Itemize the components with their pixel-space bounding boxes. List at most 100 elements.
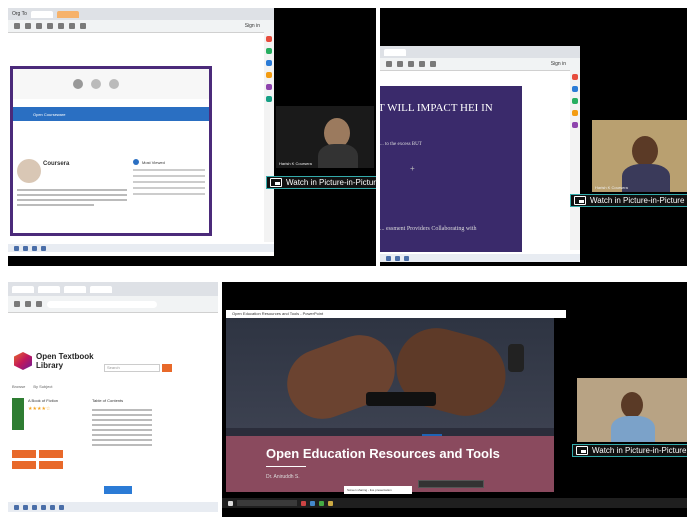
nav-subject[interactable]: By Subject [33, 384, 52, 389]
category-icon[interactable] [109, 79, 119, 89]
tool-icon[interactable] [266, 60, 272, 66]
tool-icon[interactable] [266, 96, 272, 102]
home-icon[interactable] [36, 23, 42, 29]
tool-icon[interactable] [266, 48, 272, 54]
start-icon[interactable] [386, 255, 391, 261]
tool-icon[interactable] [572, 98, 578, 104]
taskbar-app-icon[interactable] [23, 245, 28, 251]
taskbar-app-icon[interactable] [23, 504, 28, 510]
caption-popup [418, 480, 484, 488]
taskbar-app-icon[interactable] [41, 245, 46, 251]
start-icon[interactable] [228, 500, 233, 506]
tool-icon[interactable] [572, 110, 578, 116]
start-icon[interactable] [14, 245, 19, 251]
taskbar-search[interactable] [237, 500, 297, 506]
download-button[interactable] [12, 461, 36, 469]
taskbar-app-icon[interactable] [59, 504, 64, 510]
download-button[interactable] [39, 450, 63, 458]
tool-icon[interactable] [266, 72, 272, 78]
taskbar-app-icon[interactable] [41, 504, 46, 510]
tool-icon[interactable] [266, 84, 272, 90]
tab-label[interactable]: Org To [12, 11, 27, 17]
banner-text: Open Courseware [33, 111, 66, 117]
tool-icon[interactable] [266, 36, 272, 42]
panel-bottom-right: Open Education Resources and Tools - Pow… [222, 282, 687, 517]
pip-button[interactable]: Watch in Picture-in-Picture [572, 444, 687, 457]
pen-icon[interactable] [386, 61, 392, 67]
book-title[interactable]: A Book of Fiction [28, 398, 58, 403]
radio-icon[interactable] [133, 159, 139, 165]
pip-button[interactable]: Watch in Picture-in-Picture [266, 176, 376, 189]
tool-icon[interactable] [572, 86, 578, 92]
hand-right [387, 319, 515, 425]
panel-top-right: Sign in T WILL IMPACT HEI IN ... to the … [380, 8, 687, 266]
taskbar-app-icon[interactable] [319, 500, 324, 506]
browser-tab[interactable] [64, 285, 86, 293]
shared-screen: Sign in T WILL IMPACT HEI IN ... to the … [380, 46, 580, 262]
taskbar-app-icon[interactable] [328, 500, 333, 506]
sign-in-link[interactable]: Sign in [551, 61, 566, 67]
category-icon[interactable] [91, 79, 101, 89]
page-heading: Coursera [43, 161, 70, 167]
refresh-icon[interactable] [25, 23, 31, 29]
browser-tab[interactable] [90, 285, 112, 293]
forward-icon[interactable] [25, 301, 31, 307]
back-icon[interactable] [14, 23, 20, 29]
pip-label: Watch in Picture-in-Picture [590, 196, 685, 205]
taskbar-app-icon[interactable] [32, 245, 37, 251]
taskbar-app-icon[interactable] [404, 255, 409, 261]
tool-icon[interactable] [572, 122, 578, 128]
text-icon[interactable] [58, 23, 64, 29]
tool-icon[interactable] [572, 74, 578, 80]
webcam-feed: Harish K Coursera [592, 120, 687, 192]
otl-logo[interactable]: Open Textbook Library [14, 352, 94, 370]
category-icon[interactable] [73, 79, 83, 89]
profile-avatar [17, 159, 41, 183]
rating-stars: ★★★★☆ [28, 406, 51, 412]
pen-icon[interactable] [47, 23, 53, 29]
taskbar-app-icon[interactable] [301, 500, 306, 506]
download-button[interactable] [12, 450, 36, 458]
search-input[interactable]: Search [104, 364, 160, 372]
shared-screen: Org To Sign in Open Courseware Coursera … [8, 8, 274, 256]
download-buttons [12, 450, 63, 469]
browser-tab[interactable] [38, 285, 60, 293]
taskbar-app-icon[interactable] [310, 500, 315, 506]
watch [508, 344, 524, 372]
blue-action[interactable] [104, 486, 132, 494]
undo-icon[interactable] [419, 61, 425, 67]
browser-tab[interactable] [30, 10, 53, 18]
taskbar-app-icon[interactable] [395, 255, 400, 261]
pip-button[interactable]: Watch in Picture-in-Picture [570, 194, 687, 207]
redo-icon[interactable] [430, 61, 436, 67]
coursera-page: Open Courseware Coursera Most Viewed [10, 66, 212, 236]
undo-icon[interactable] [80, 23, 86, 29]
start-icon[interactable] [14, 504, 19, 510]
shape-icon[interactable] [408, 61, 414, 67]
book-cover[interactable] [12, 398, 24, 430]
slide-title: Open Education Resources and Tools [266, 446, 500, 461]
slide-line-1: T WILL IMPACT HEI IN [380, 102, 493, 114]
back-icon[interactable] [14, 301, 20, 307]
shape-icon[interactable] [69, 23, 75, 29]
refresh-icon[interactable] [36, 301, 42, 307]
taskbar-app-icon[interactable] [32, 504, 37, 510]
browser-tab[interactable] [12, 285, 34, 293]
ppt-slide: Open Education Resources and Tools Dr. A… [226, 318, 554, 492]
taskbar-app-icon[interactable] [50, 504, 55, 510]
page-header-strip [13, 69, 209, 99]
slide-photo [226, 318, 554, 429]
text-icon[interactable] [397, 61, 403, 67]
otl-logo-icon [14, 352, 32, 370]
windows-taskbar [380, 254, 580, 262]
nav-browse[interactable]: Browse [12, 384, 25, 389]
sign-in-link[interactable]: Sign in [245, 23, 260, 29]
webcam-feed: Harish K Coursera [276, 106, 374, 168]
download-button[interactable] [39, 461, 63, 469]
address-bar[interactable] [47, 300, 157, 308]
pdf-toolbar: Sign in [380, 58, 580, 70]
search-button[interactable] [162, 364, 172, 372]
list-title: Most Viewed [142, 159, 165, 165]
browser-tab[interactable] [56, 10, 79, 18]
browser-tab[interactable] [384, 48, 406, 56]
